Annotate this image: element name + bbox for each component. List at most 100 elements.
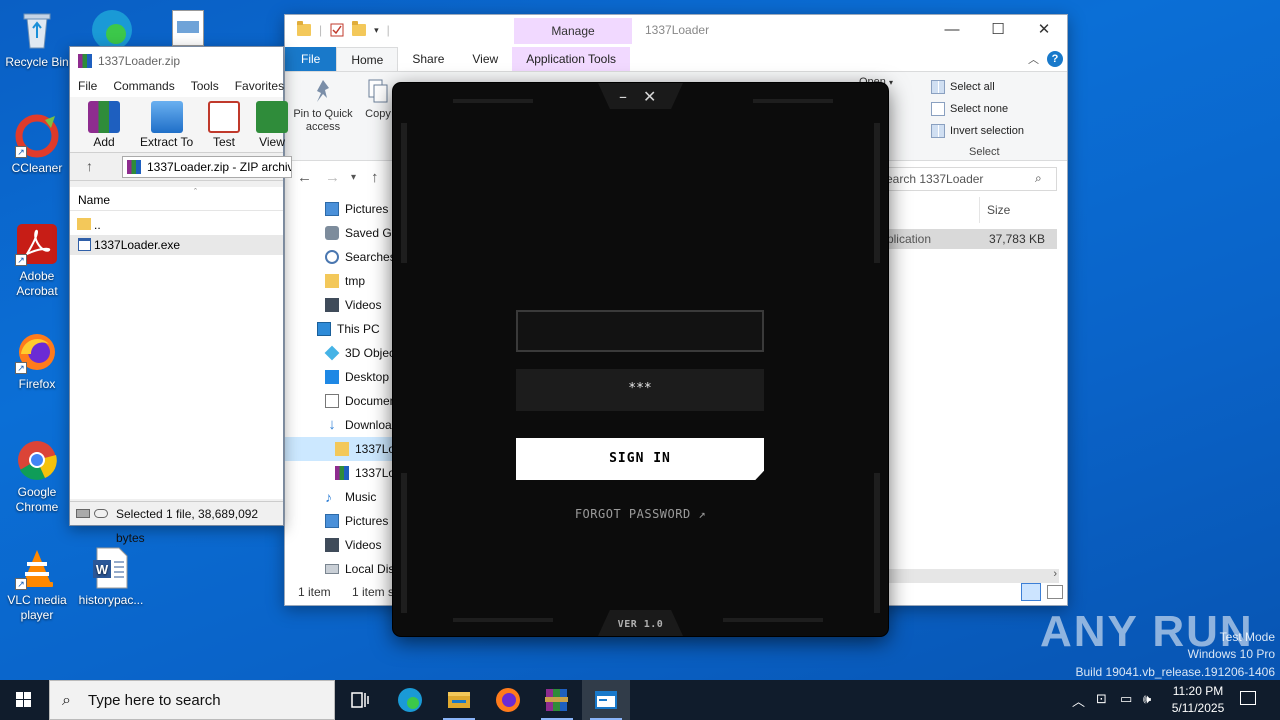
copy-button[interactable]: Copy	[363, 78, 393, 121]
menu-file[interactable]: File	[70, 75, 105, 97]
back-arrow-icon[interactable]: ←	[297, 169, 312, 186]
recent-locations-chevron-icon[interactable]: ▾	[351, 172, 356, 183]
nav-item-pictures-pc[interactable]: Pictures	[285, 509, 395, 533]
sign-in-button[interactable]: SIGN IN	[516, 438, 764, 480]
search-placeholder: Type here to search	[88, 692, 221, 709]
nav-item-videos[interactable]: Videos	[285, 293, 395, 317]
loader-minimize-button[interactable]: –	[619, 87, 627, 106]
tool-label: View	[259, 135, 285, 149]
nav-label: tmp	[345, 274, 366, 288]
nav-item-videos-pc[interactable]: Videos	[285, 533, 395, 557]
tray-network-adapter-icon[interactable]: ⊡	[1096, 691, 1107, 707]
tab-application-tools[interactable]: Application Tools	[512, 47, 631, 71]
nav-item-1337loader-zip[interactable]: 1337Loader	[285, 461, 395, 485]
tab-view[interactable]: View	[458, 47, 512, 71]
tray-volume-icon[interactable]: 🕪	[1143, 691, 1151, 707]
up-arrow-icon[interactable]: ↑	[371, 169, 379, 186]
list-item-parent[interactable]: ..	[70, 215, 283, 235]
tab-manage[interactable]: Manage	[514, 18, 632, 44]
username-input[interactable]	[516, 310, 764, 352]
nav-item-downloads[interactable]: ↓ Downloads	[285, 413, 395, 437]
nav-item-pictures[interactable]: Pictures	[285, 197, 395, 221]
scroll-right-icon[interactable]: ›	[1053, 568, 1057, 580]
edge-desktop-icon[interactable]	[88, 6, 136, 50]
nav-item-local-disk[interactable]: Local Disk	[285, 557, 395, 577]
properties-icon[interactable]	[330, 23, 344, 37]
nav-item-this-pc[interactable]: This PC	[285, 317, 395, 341]
forward-arrow-icon[interactable]: →	[325, 169, 340, 186]
frame-top-left-rail	[453, 99, 533, 103]
nav-item-1337loader-folder[interactable]: 1337Loader	[285, 437, 395, 461]
loader-close-button[interactable]: ✕	[643, 87, 656, 106]
taskbar-firefox[interactable]	[484, 680, 532, 720]
taskbar-edge[interactable]	[386, 680, 434, 720]
frame-left-lower-rail	[401, 473, 407, 613]
taskbar-1337loader[interactable]	[582, 680, 630, 720]
tab-file[interactable]: File	[285, 47, 337, 71]
notification-center-icon[interactable]	[1240, 691, 1256, 705]
desktop-icon-ccleaner[interactable]: ↗ CCleaner	[0, 114, 74, 176]
nav-item-searches[interactable]: Searches	[285, 245, 395, 269]
taskbar-clock[interactable]: 11:20 PM 5/11/2025	[1162, 683, 1234, 717]
clock-time: 11:20 PM	[1172, 684, 1224, 698]
archive-path-field[interactable]: 1337Loader.zip - ZIP archive	[122, 156, 292, 178]
invert-selection-button[interactable]: Invert selection	[931, 120, 1024, 142]
column-header-name[interactable]: Name ˆ	[70, 187, 283, 211]
menu-favorites[interactable]: Favorites	[227, 75, 292, 97]
taskbar-winrar[interactable]	[533, 680, 581, 720]
image-file-desktop-icon[interactable]	[172, 10, 204, 46]
task-view-button[interactable]	[336, 680, 384, 720]
maximize-button[interactable]: ☐	[975, 15, 1021, 45]
nav-label: Downloads	[345, 418, 395, 432]
nav-item-desktop[interactable]: Desktop	[285, 365, 395, 389]
search-input[interactable]: Search 1337Loader	[871, 167, 1057, 191]
chevron-down-icon[interactable]: ▾	[374, 25, 379, 36]
nav-item-saved-games[interactable]: Saved Games	[285, 221, 395, 245]
close-button[interactable]: ✕	[1021, 15, 1067, 45]
tab-share[interactable]: Share	[398, 47, 458, 71]
pin-to-quick-access-button[interactable]: Pin to Quick access	[289, 78, 357, 134]
column-header-size[interactable]: Size	[987, 203, 1010, 217]
tray-network-icon[interactable]: ▭	[1120, 691, 1132, 707]
view-button[interactable]: View	[256, 101, 288, 149]
select-none-button[interactable]: Select none	[931, 98, 1024, 120]
menu-tools[interactable]: Tools	[183, 75, 227, 97]
desktop-icon-vlc[interactable]: ↗ VLC media player	[0, 546, 74, 623]
test-button[interactable]: Test	[208, 101, 240, 149]
new-folder-icon[interactable]	[352, 21, 367, 36]
desktop-icon-adobe-acrobat[interactable]: ↗ Adobe Acrobat	[0, 222, 74, 299]
nav-item-tmp[interactable]: tmp	[285, 269, 395, 293]
column-divider[interactable]	[979, 197, 980, 223]
extract-to-button[interactable]: Extract To	[140, 101, 193, 149]
nav-item-3d-objects[interactable]: 3D Objects	[285, 341, 395, 365]
details-view-icon[interactable]	[1021, 583, 1041, 601]
tab-home[interactable]: Home	[336, 47, 399, 71]
desktop-icon-firefox[interactable]: ↗ Firefox	[0, 330, 74, 392]
loader-login-window: – ✕ *** SIGN IN FORGOT PASSWORD ↗ VER 1.…	[393, 83, 888, 636]
tray-overflow-chevron-icon[interactable]: ︿	[1072, 691, 1085, 710]
taskbar-search-box[interactable]: ⌕ Type here to search	[49, 680, 335, 720]
minimize-button[interactable]: —	[929, 15, 975, 45]
desktop-icon-chrome[interactable]: Google Chrome	[0, 438, 74, 515]
add-button[interactable]: Add	[88, 101, 120, 149]
menu-commands[interactable]: Commands	[105, 75, 182, 97]
desktop-icon-word-doc[interactable]: W historypac...	[74, 546, 148, 608]
search-icon	[325, 250, 339, 264]
file-row-1337loader-exe[interactable]: Application 37,783 KB	[872, 229, 1057, 249]
forgot-password-link[interactable]: FORGOT PASSWORD ↗	[393, 507, 888, 521]
taskbar-file-explorer[interactable]	[435, 680, 483, 720]
large-icons-view-icon[interactable]	[1047, 585, 1063, 599]
chevron-up-icon[interactable]: ︿	[1028, 51, 1039, 67]
disk-drive-icon	[325, 564, 339, 574]
start-button[interactable]	[0, 680, 48, 720]
nav-item-music[interactable]: ♪ Music	[285, 485, 395, 509]
help-icon[interactable]: ?	[1047, 51, 1063, 67]
nav-item-documents[interactable]: Documents	[285, 389, 395, 413]
up-folder-icon[interactable]: ↑	[86, 158, 93, 174]
ribbon-tabs: File Home Share View Application Tools ︿…	[285, 47, 1067, 71]
list-item-1337loader-exe[interactable]: 1337Loader.exe	[70, 235, 283, 255]
desktop-icon-recycle-bin[interactable]: Recycle Bin	[0, 8, 74, 70]
select-all-button[interactable]: Select all	[931, 76, 1024, 98]
nav-label: Saved Games	[345, 226, 395, 240]
password-input[interactable]: ***	[516, 369, 764, 411]
